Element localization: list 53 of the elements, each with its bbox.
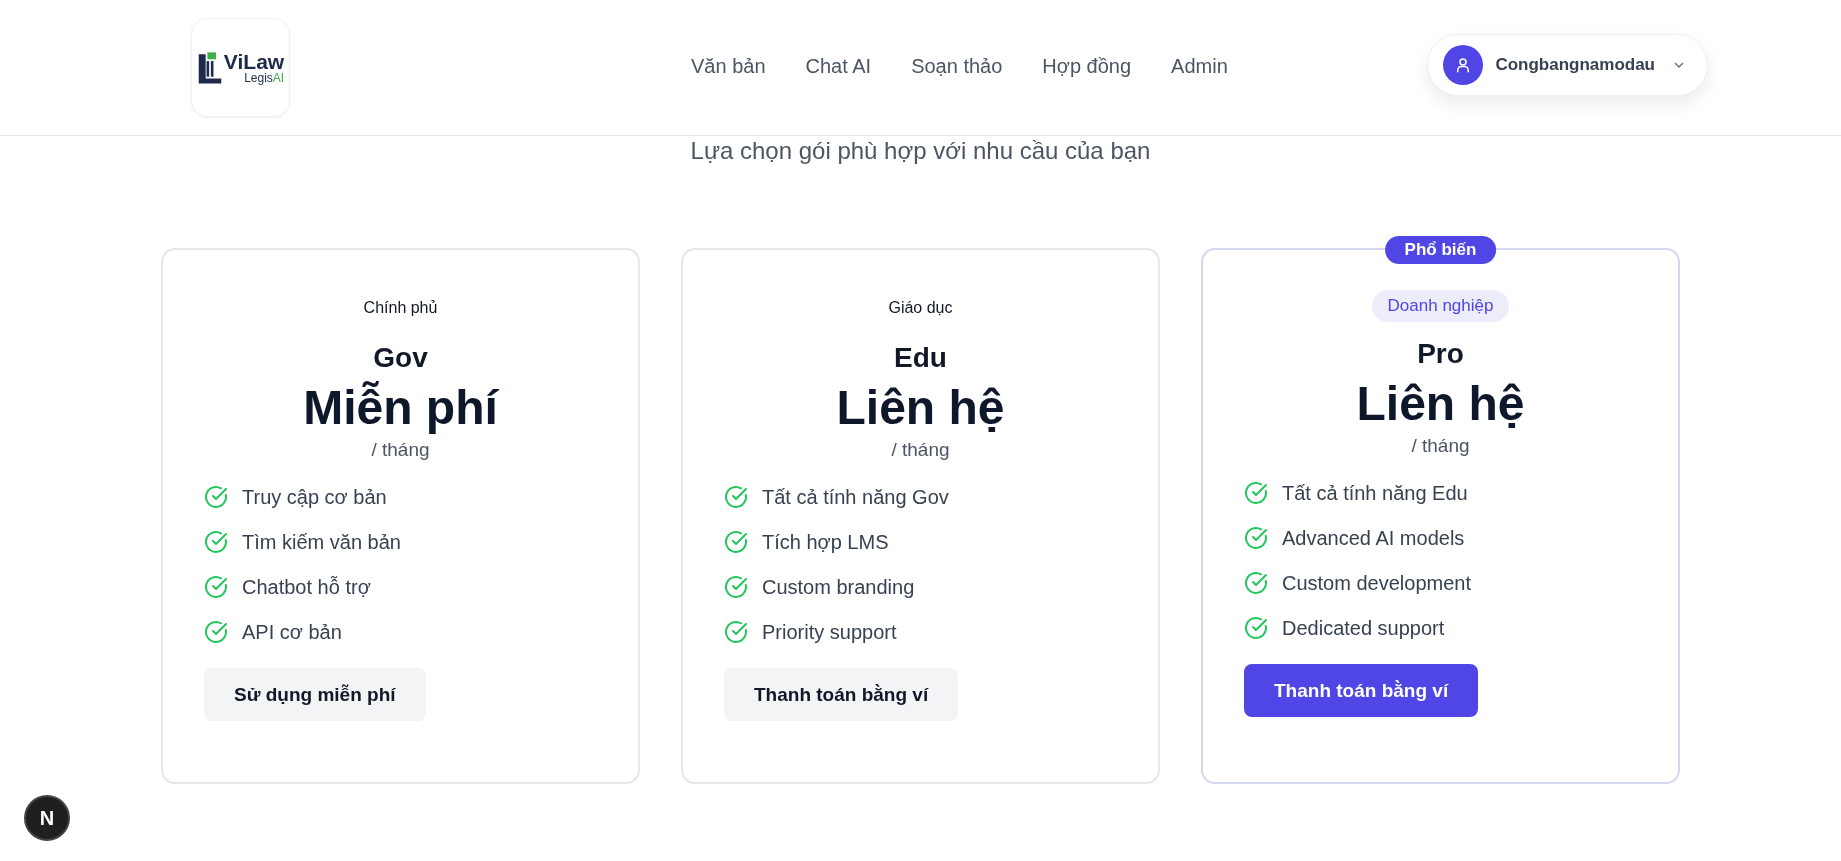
check-circle-icon bbox=[724, 530, 748, 554]
nav-link[interactable]: Văn bản bbox=[691, 55, 766, 78]
plan-category: Chính phủ bbox=[363, 298, 438, 318]
check-circle-icon bbox=[204, 530, 228, 554]
feature-text: Tất cả tính năng Gov bbox=[762, 485, 949, 509]
plan-category: Giáo dục bbox=[888, 298, 953, 318]
plan-period: / tháng bbox=[371, 439, 430, 461]
plan-price: Miễn phí bbox=[303, 380, 498, 435]
user-menu-button[interactable]: Congbangnamodau bbox=[1427, 33, 1708, 96]
nav-link[interactable]: Chat AI bbox=[805, 55, 872, 78]
plan-name: Gov bbox=[373, 342, 428, 374]
check-circle-icon bbox=[1244, 526, 1268, 550]
check-circle-icon bbox=[204, 575, 228, 599]
logo-name: ViLaw bbox=[223, 51, 285, 72]
check-circle-icon bbox=[204, 485, 228, 509]
plan-period: / tháng bbox=[891, 439, 950, 461]
user-avatar-icon bbox=[1443, 44, 1484, 85]
dev-tools-button[interactable]: N bbox=[24, 795, 70, 841]
logo-tagline: LegisAI bbox=[244, 72, 285, 84]
feature-text: Custom development bbox=[1282, 571, 1471, 595]
logo[interactable]: ViLaw LegisAI bbox=[191, 18, 290, 117]
feature-text: Custom branding bbox=[762, 575, 915, 599]
feature-text: Chatbot hỗ trợ bbox=[242, 575, 371, 599]
feature-text: Tìm kiếm văn bản bbox=[242, 530, 401, 554]
check-circle-icon bbox=[1244, 616, 1268, 640]
check-circle-icon bbox=[1244, 571, 1268, 595]
page-subtitle: Lựa chọn gói phù hợp với nhu cầu của bạn bbox=[690, 136, 1151, 166]
plan-button[interactable]: Thanh toán bằng ví bbox=[724, 668, 959, 721]
check-circle-icon bbox=[724, 485, 748, 509]
nav-link[interactable]: Hợp đồng bbox=[1042, 55, 1132, 78]
feature-text: Tích hợp LMS bbox=[762, 530, 889, 554]
plan-name: Edu bbox=[894, 342, 947, 374]
check-circle-icon bbox=[724, 620, 748, 644]
plan-name: Pro bbox=[1417, 338, 1464, 370]
check-circle-icon bbox=[724, 575, 748, 599]
feature-text: Dedicated support bbox=[1282, 616, 1445, 640]
logo-icon bbox=[196, 49, 223, 86]
feature-text: Advanced AI models bbox=[1282, 526, 1465, 550]
feature-text: Truy cập cơ bản bbox=[242, 485, 387, 509]
plan-button[interactable]: Sử dụng miễn phí bbox=[204, 668, 426, 721]
check-circle-icon bbox=[204, 620, 228, 644]
feature-text: API cơ bản bbox=[242, 620, 342, 644]
nav-link[interactable]: Soạn thảo bbox=[911, 55, 1003, 78]
nav-link[interactable]: Admin bbox=[1171, 55, 1228, 78]
feature-text: Tất cả tính năng Edu bbox=[1282, 481, 1468, 505]
plan-price: Liên hệ bbox=[1356, 376, 1525, 431]
plan-button[interactable]: Thanh toán bằng ví bbox=[1244, 664, 1479, 717]
plan-price: Liên hệ bbox=[836, 380, 1005, 435]
plan-period: / tháng bbox=[1411, 435, 1470, 457]
plan-category: Doanh nghiệp bbox=[1371, 290, 1510, 322]
check-circle-icon bbox=[1244, 481, 1268, 505]
feature-text: Priority support bbox=[762, 620, 897, 644]
popular-badge: Phổ biến bbox=[1384, 236, 1497, 264]
